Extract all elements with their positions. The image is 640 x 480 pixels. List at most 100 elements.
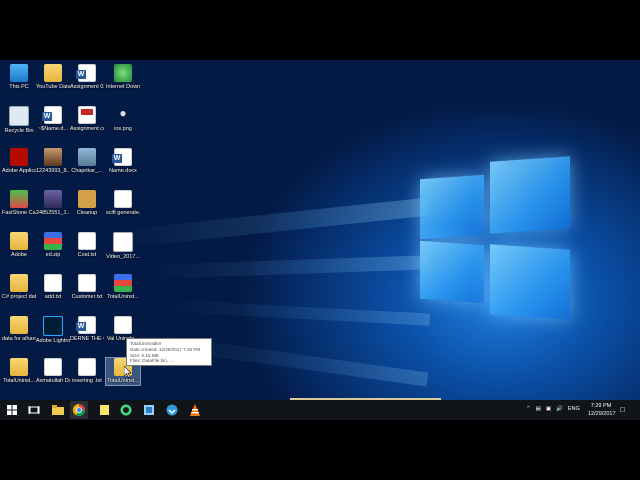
desktop-icon-label: Adobe Applicati...: [2, 168, 36, 174]
desktop: This PC YouTube DataAssignment 02.docxInt…: [0, 60, 640, 420]
sticky-notes-icon[interactable]: [96, 402, 112, 418]
task-view-icon[interactable]: [26, 402, 42, 418]
desktop-icon[interactable]: Internet Downlo...: [106, 64, 140, 91]
desktop-icon-label: DERNE THE CLOSURES ...: [70, 336, 104, 342]
doc-icon: [78, 232, 96, 250]
clock[interactable]: 7:29 PM 12/29/2017: [588, 402, 616, 418]
desktop-icon[interactable]: Cleanup: [70, 190, 104, 217]
desktop-icon[interactable]: Asmatullah Data.txt: [36, 358, 70, 385]
desktop-icon-label: Asmatullah Data.txt: [36, 378, 70, 384]
files-icon[interactable]: [141, 402, 157, 418]
desktop-icon[interactable]: scift generate.w...: [106, 190, 140, 217]
taskbar: ⌃ ▤ ▣ 🔊 ENG 7:29 PM 12/29/2017 □: [0, 400, 640, 420]
desktop-icon[interactable]: TotalUninst...: [106, 274, 140, 301]
word-icon: [76, 64, 96, 82]
desktop-icon-label: Adobe Lightroom: [36, 338, 70, 344]
light-beam: [149, 255, 431, 279]
desktop-icon-label: data for alharo...: [2, 336, 36, 342]
vlc-icon[interactable]: [187, 402, 203, 418]
desktop-icon[interactable]: Assignment 02.docx: [70, 64, 104, 91]
desktop-icon[interactable]: C# project data: [2, 274, 36, 301]
desktop-icon[interactable]: DERNE THE CLOSURES ...: [70, 316, 104, 343]
image-icon: [78, 148, 96, 166]
desktop-icon[interactable]: Customer.txt: [70, 274, 104, 301]
desktop-icon[interactable]: 24852551_1...: [36, 190, 70, 217]
desktop-icon-label: TotalUninst...: [107, 378, 139, 384]
desktop-icon[interactable]: Cost.txt: [70, 232, 104, 259]
folder-icon: [10, 358, 28, 376]
desktop-icon-label: Assignment cover.pdf: [70, 126, 104, 132]
desktop-icon-label: ed.zip: [45, 252, 61, 258]
tooltip-date: Date created: 12/29/2017 7:28 PM: [130, 346, 201, 352]
desktop-icon[interactable]: Adobe: [2, 232, 36, 259]
desktop-icon-label: Assignment 02.docx: [70, 84, 104, 90]
windows-logo: [420, 156, 570, 320]
clock-date: 12/29/2017: [588, 411, 616, 417]
network-icon[interactable]: ▤: [536, 406, 541, 412]
desktop-icon-label: scift generate.w...: [106, 210, 140, 216]
zip-icon: [44, 232, 62, 250]
notification-icon[interactable]: □: [620, 405, 625, 414]
desktop-icon[interactable]: This PC: [2, 64, 36, 91]
zip-icon: [114, 274, 132, 292]
desktop-icon[interactable]: YouTube Data: [36, 64, 70, 91]
doc-icon: [78, 358, 96, 376]
chevron-up-icon[interactable]: ⌃: [526, 406, 531, 412]
desktop-icon[interactable]: Video_2017...: [106, 232, 140, 261]
file-explorer-icon[interactable]: [50, 402, 66, 418]
globe-icon: [114, 64, 132, 82]
chrome-icon[interactable]: [70, 401, 88, 419]
idm-icon[interactable]: [164, 402, 180, 418]
desktop-icon[interactable]: Assignment cover.pdf: [70, 106, 104, 133]
desktop-icon[interactable]: Chaprikar_...: [70, 148, 104, 175]
pc-icon: [10, 64, 28, 82]
desktop-icon[interactable]: inserting .txt: [70, 358, 104, 385]
volume-icon[interactable]: 🔊: [556, 406, 563, 412]
desktop-icon[interactable]: Adobe Lightroom: [36, 316, 70, 345]
adobe-icon: [10, 148, 28, 166]
broom-icon: [78, 190, 96, 208]
desktop-icon-label: C# project data: [2, 294, 36, 300]
android-studio-icon[interactable]: [118, 402, 134, 418]
desktop-icon[interactable]: ● ios.png: [106, 106, 140, 133]
desktop-icon[interactable]: ed.zip: [36, 232, 70, 259]
photo2-icon: [44, 190, 62, 208]
desktop-icon-label: Chaprikar_...: [71, 168, 103, 174]
desktop-icon[interactable]: Name.docx: [106, 148, 140, 175]
desktop-icon[interactable]: ~$Name.d...: [36, 106, 70, 133]
system-tray: ⌃ ▤ ▣ 🔊 ENG: [526, 406, 580, 412]
desktop-icon-label: Internet Downlo...: [106, 84, 140, 90]
desktop-icon[interactable]: FastStone Capture: [2, 190, 36, 217]
start-icon[interactable]: [4, 402, 20, 418]
desktop-icon[interactable]: Adobe Applicati...: [2, 148, 36, 175]
desktop-icon[interactable]: add.txt: [36, 274, 70, 301]
desktop-icon-label: This PC: [9, 84, 29, 90]
display-icon[interactable]: ▣: [546, 406, 551, 412]
desktop-icon-label: Video_2017...: [106, 254, 140, 260]
doc-icon: [78, 274, 96, 292]
desktop-icon-label: ~$Name.d...: [37, 126, 69, 132]
desktop-icon-label: 24852551_1...: [36, 210, 70, 216]
word-icon: [76, 316, 96, 334]
doc-icon: [44, 358, 62, 376]
desktop-icon-label: 12243993_8...: [36, 168, 70, 174]
desktop-icon[interactable]: TotalUninst...: [2, 358, 36, 385]
folder-icon: [44, 64, 62, 82]
desktop-icon[interactable]: data for alharo...: [2, 316, 36, 343]
desktop-icon-label: add.txt: [44, 294, 62, 300]
desktop-icon[interactable]: Recycle Bin: [2, 106, 36, 135]
apple-icon: ●: [119, 106, 127, 120]
desktop-icon-label: ios.png: [114, 126, 132, 132]
lightroom-icon: [43, 316, 63, 336]
video-icon: [113, 232, 133, 252]
word-icon: [42, 106, 62, 124]
doc-icon: [44, 274, 62, 292]
photo-icon: [44, 148, 62, 166]
faststone-icon: [10, 190, 28, 208]
clock-time: 7:29 PM: [590, 403, 612, 409]
desktop-icon[interactable]: 12243993_8...: [36, 148, 70, 175]
language-indicator[interactable]: ENG: [568, 406, 580, 412]
desktop-icon-label: TotalUninst...: [107, 294, 139, 300]
folder-icon: [10, 274, 28, 292]
light-beam: [119, 197, 430, 248]
